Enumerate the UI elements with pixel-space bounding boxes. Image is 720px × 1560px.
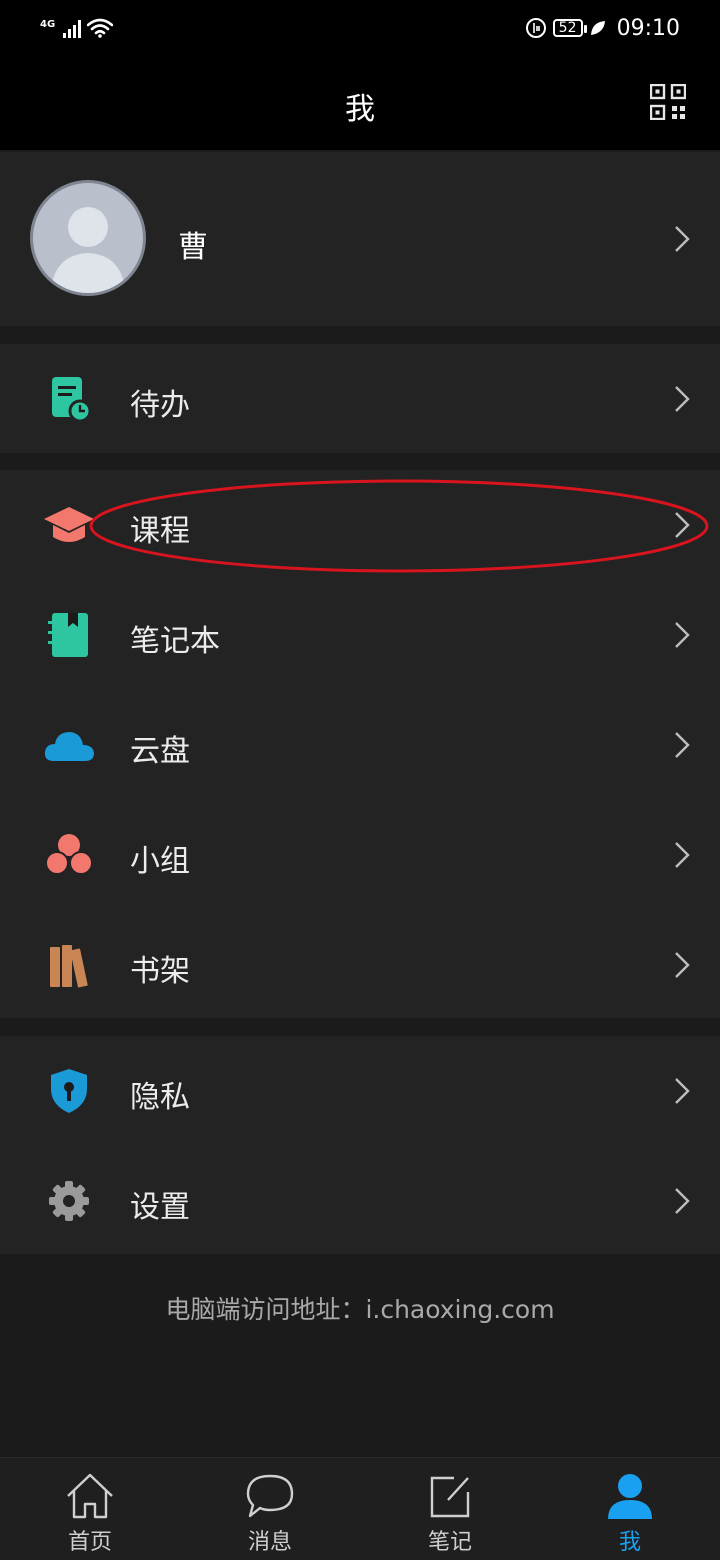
menu-label-todo: 待办 (130, 388, 190, 423)
avatar[interactable] (30, 180, 146, 296)
menu-item-course[interactable]: 课程 (0, 470, 720, 580)
menu-item-notebook[interactable]: 笔记本 (0, 580, 720, 690)
gear-icon (49, 1181, 89, 1221)
status-right: 52 09:10 (525, 16, 680, 41)
tab-label-home: 首页 (67, 1530, 112, 1555)
chevron-right-icon (675, 1188, 690, 1214)
bottom-tab-bar: 首页 消息 笔记 我 (0, 1457, 720, 1560)
menu-label-bookshelf: 书架 (130, 954, 190, 989)
edit-note-icon (430, 1476, 470, 1518)
menu-label-notebook: 笔记本 (130, 624, 220, 659)
menu-label-privacy: 隐私 (130, 1080, 190, 1115)
menu-group-todo: 待办 (0, 344, 720, 453)
menu-group-main: 课程 笔记本 云盘 小组 书架 (0, 470, 720, 1018)
group-circles-icon (45, 834, 93, 875)
tab-notes[interactable]: 笔记 (360, 1458, 540, 1560)
bookshelf-icon (50, 945, 88, 988)
network-type: 4G (40, 19, 56, 30)
menu-item-group[interactable]: 小组 (0, 800, 720, 910)
leaf-icon (590, 21, 605, 35)
chevron-right-icon (675, 622, 690, 648)
user-icon (608, 1474, 652, 1519)
user-silhouette-icon (51, 207, 125, 293)
nav-bar: 我 (0, 56, 720, 150)
web-address-text: 电脑端访问地址：i.chaoxing.com (165, 1295, 555, 1324)
profile-card[interactable]: 曹 (0, 152, 720, 326)
chat-bubble-icon (246, 1474, 294, 1518)
menu-label-course: 课程 (130, 514, 190, 549)
tab-home[interactable]: 首页 (0, 1458, 180, 1560)
menu-item-privacy[interactable]: 隐私 (0, 1036, 720, 1146)
graduation-cap-icon (44, 507, 94, 542)
menu-label-group: 小组 (130, 844, 190, 879)
chevron-right-icon (675, 226, 690, 252)
chevron-right-icon (675, 842, 690, 868)
chevron-right-icon (675, 732, 690, 758)
battery-level: 52 (558, 20, 577, 36)
page-title: 我 (345, 92, 375, 127)
menu-group-system: 隐私 设置 (0, 1036, 720, 1254)
battery-indicator: 52 (552, 19, 587, 37)
menu-item-todo[interactable]: 待办 (0, 344, 720, 454)
do-not-disturb-icon (525, 18, 546, 38)
signal-icon (63, 20, 82, 38)
tab-me[interactable]: 我 (540, 1458, 720, 1560)
status-left: 4G (40, 18, 114, 38)
menu-item-settings[interactable]: 设置 (0, 1146, 720, 1256)
chevron-right-icon (675, 952, 690, 978)
chevron-right-icon (675, 512, 690, 538)
profile-name: 曹 (178, 230, 208, 265)
cloud-icon (44, 732, 94, 761)
notebook-icon (48, 613, 88, 657)
menu-label-cloud: 云盘 (130, 734, 190, 769)
chevron-right-icon (675, 1078, 690, 1104)
tab-label-notes: 笔记 (427, 1530, 472, 1555)
tab-messages[interactable]: 消息 (180, 1458, 360, 1560)
menu-item-bookshelf[interactable]: 书架 (0, 910, 720, 1020)
clock: 09:10 (616, 15, 680, 41)
menu-item-cloud[interactable]: 云盘 (0, 690, 720, 800)
qr-code-icon[interactable] (650, 84, 686, 120)
tab-label-messages: 消息 (247, 1530, 292, 1555)
tab-label-me: 我 (618, 1530, 641, 1555)
wifi-icon (87, 18, 114, 38)
shield-lock-icon (51, 1069, 87, 1113)
todo-icon (52, 377, 92, 423)
home-icon (67, 1473, 113, 1519)
menu-label-settings: 设置 (130, 1190, 190, 1225)
status-bar: 4G 52 09:10 (0, 0, 720, 56)
chevron-right-icon (675, 386, 690, 412)
